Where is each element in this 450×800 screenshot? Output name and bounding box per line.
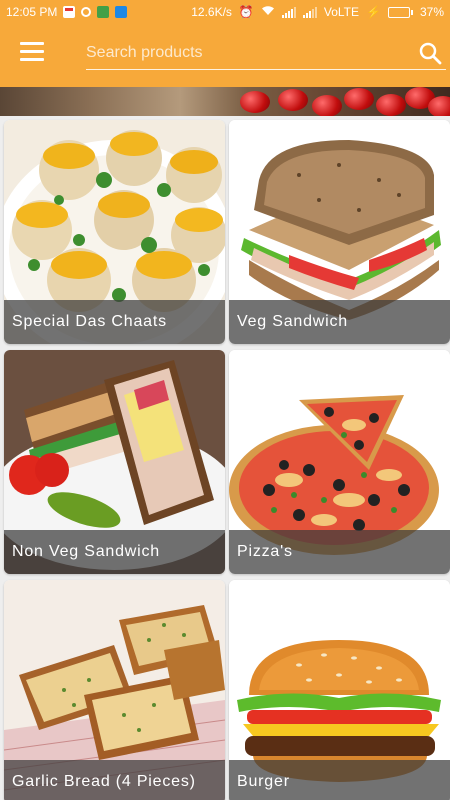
search-input[interactable] — [86, 38, 406, 68]
network-type: VoLTE — [323, 5, 360, 19]
product-card-special-das-chaats[interactable]: Special Das Chaats — [4, 120, 225, 344]
battery-icon — [387, 6, 413, 18]
signal-icon — [281, 6, 296, 18]
status-time: 12:05 PM — [6, 5, 58, 19]
product-name: Pizza's — [229, 530, 450, 574]
charging-icon: ⚡ — [366, 5, 381, 19]
product-grid: Special Das Chaats Veg Sandwich Non Veg … — [0, 116, 450, 800]
product-card-garlic-bread[interactable]: Garlic Bread (4 Pieces) — [4, 580, 225, 800]
app-bar — [0, 24, 450, 87]
alarm-icon: ⏰ — [238, 5, 254, 19]
product-card-pizzas[interactable]: Pizza's — [229, 350, 450, 574]
product-name: Veg Sandwich — [229, 300, 450, 344]
product-card-veg-sandwich[interactable]: Veg Sandwich — [229, 120, 450, 344]
banner-image — [0, 87, 450, 116]
hamburger-menu-icon[interactable] — [20, 42, 44, 62]
product-name: Special Das Chaats — [4, 300, 225, 344]
cloud-icon — [115, 6, 128, 18]
wifi-icon — [261, 5, 275, 19]
product-name: Non Veg Sandwich — [4, 530, 225, 574]
search-icon[interactable] — [418, 41, 442, 65]
product-name: Garlic Bread (4 Pieces) — [4, 760, 225, 800]
gmail-icon — [63, 6, 76, 18]
network-speed: 12.6K/s — [191, 5, 232, 19]
product-name: Burger — [229, 760, 450, 800]
search-bar — [86, 38, 446, 70]
android-icon — [97, 6, 110, 18]
product-card-non-veg-sandwich[interactable]: Non Veg Sandwich — [4, 350, 225, 574]
product-card-burger[interactable]: Burger — [229, 580, 450, 800]
signal-icon-2 — [302, 6, 317, 18]
opera-icon — [81, 7, 92, 17]
status-bar: 12:05 PM 12.6K/s ⏰ VoLTE ⚡ 37% — [0, 0, 450, 24]
battery-percent: 37% — [419, 5, 444, 19]
